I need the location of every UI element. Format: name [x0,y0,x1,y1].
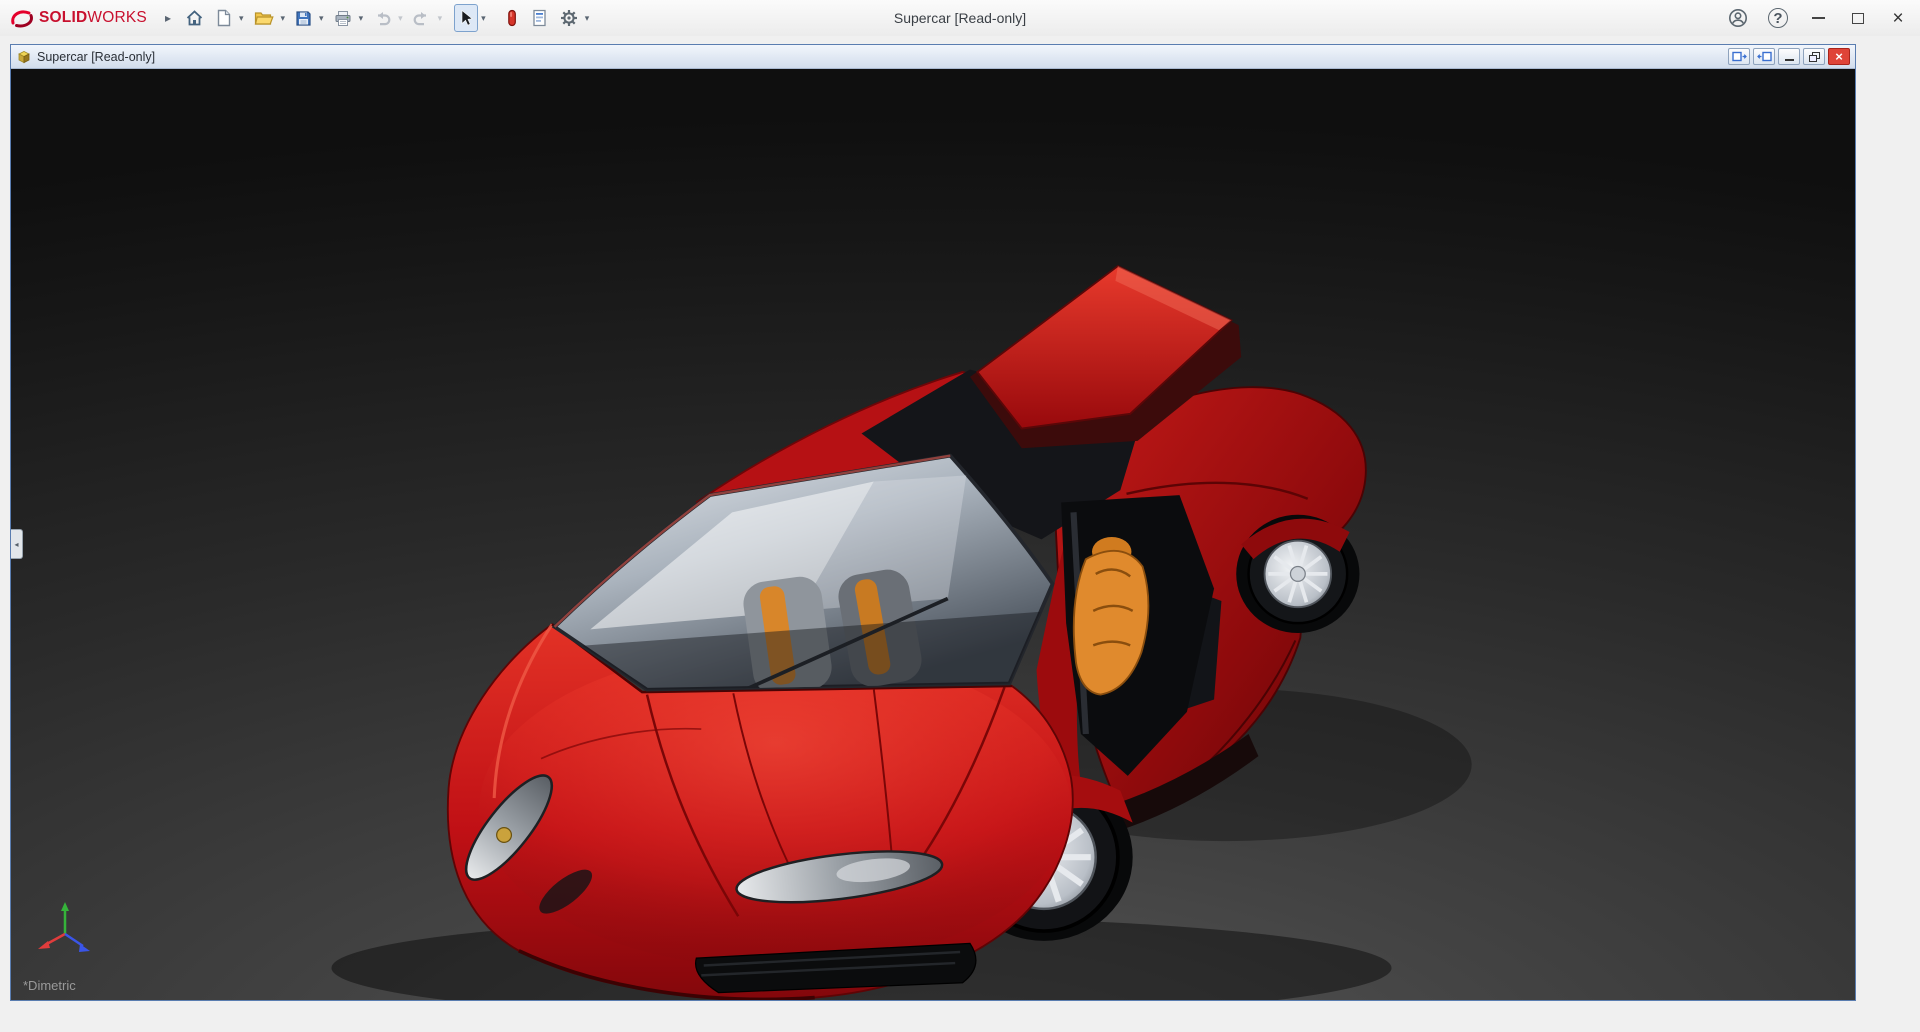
undo-icon [373,10,391,26]
chevron-left-icon: ◂ [14,540,18,549]
save-button[interactable] [291,4,316,32]
file-properties-icon [532,9,547,27]
open-folder-icon [254,10,274,26]
document-title: Supercar [Read-only] [37,50,155,64]
save-icon [295,10,312,27]
reference-triad[interactable] [35,900,95,958]
close-icon: × [1835,50,1843,63]
new-document-button[interactable] [212,4,236,32]
close-icon: × [1892,9,1903,28]
redo-dropdown[interactable]: ▾ [436,13,445,24]
featuremanager-collapsed-tab[interactable]: ◂ [11,529,23,559]
file-properties-button[interactable] [528,4,552,32]
new-document-icon [216,9,232,27]
minimize-icon [1785,59,1794,61]
redo-icon [413,10,431,26]
account-icon [1728,8,1748,28]
minimize-icon [1812,17,1825,19]
account-button[interactable] [1726,4,1750,32]
select-cursor-icon [459,9,473,27]
undo-button[interactable] [369,4,395,32]
minimize-button[interactable] [1806,4,1830,32]
open-button[interactable] [250,4,278,32]
solidworks-logo: SOLIDWORKS [10,8,147,28]
chevron-right-icon: ▸ [159,11,177,25]
solidworks-wordmark: SOLIDWORKS [39,9,147,27]
monitor-pane-right-button[interactable] [1753,48,1775,65]
maximize-button[interactable] [1846,4,1870,32]
app-titlebar: SOLIDWORKS ▸ ▾ ▾ [0,0,1920,36]
view-orientation-label: *Dimetric [23,978,76,993]
home-button[interactable] [181,4,208,32]
document-close-button[interactable]: × [1828,48,1850,65]
solidworks-logo-mark [10,8,34,28]
document-window: Supercar [Read-only] × [10,44,1856,1001]
new-document-dropdown[interactable]: ▾ [237,13,246,24]
assembly-document-icon [16,49,32,65]
toolbar-expand-arrow[interactable]: ▸ [155,4,181,32]
help-icon: ? [1768,8,1788,28]
document-minimize-button[interactable] [1778,48,1800,65]
select-tool-button[interactable] [454,4,478,32]
document-restore-button[interactable] [1803,48,1825,65]
graphics-viewport[interactable]: ◂ [11,69,1855,1000]
pane-left-icon [1732,51,1747,63]
supercar-model[interactable] [11,69,1855,1000]
close-button[interactable]: × [1886,4,1910,32]
home-icon [185,9,204,27]
restore-icon [1809,52,1820,62]
options-dropdown[interactable]: ▾ [583,13,592,24]
redo-button[interactable] [409,4,435,32]
print-icon [334,10,352,27]
undo-dropdown[interactable]: ▾ [396,13,405,24]
pane-right-icon [1757,51,1772,63]
monitor-pane-left-button[interactable] [1728,48,1750,65]
app-title: Supercar [Read-only] [894,0,1026,36]
rebuild-button[interactable] [500,4,524,32]
help-button[interactable]: ? [1766,4,1790,32]
maximize-icon [1852,13,1864,24]
save-dropdown[interactable]: ▾ [317,13,326,24]
rear-wheel[interactable] [1236,515,1359,633]
gear-icon [560,9,578,27]
print-dropdown[interactable]: ▾ [357,13,366,24]
print-button[interactable] [330,4,356,32]
select-tool-dropdown[interactable]: ▾ [479,13,488,24]
options-button[interactable] [556,4,582,32]
document-titlebar[interactable]: Supercar [Read-only] × [11,45,1855,69]
open-dropdown[interactable]: ▾ [279,13,288,24]
rebuild-icon [506,9,518,27]
